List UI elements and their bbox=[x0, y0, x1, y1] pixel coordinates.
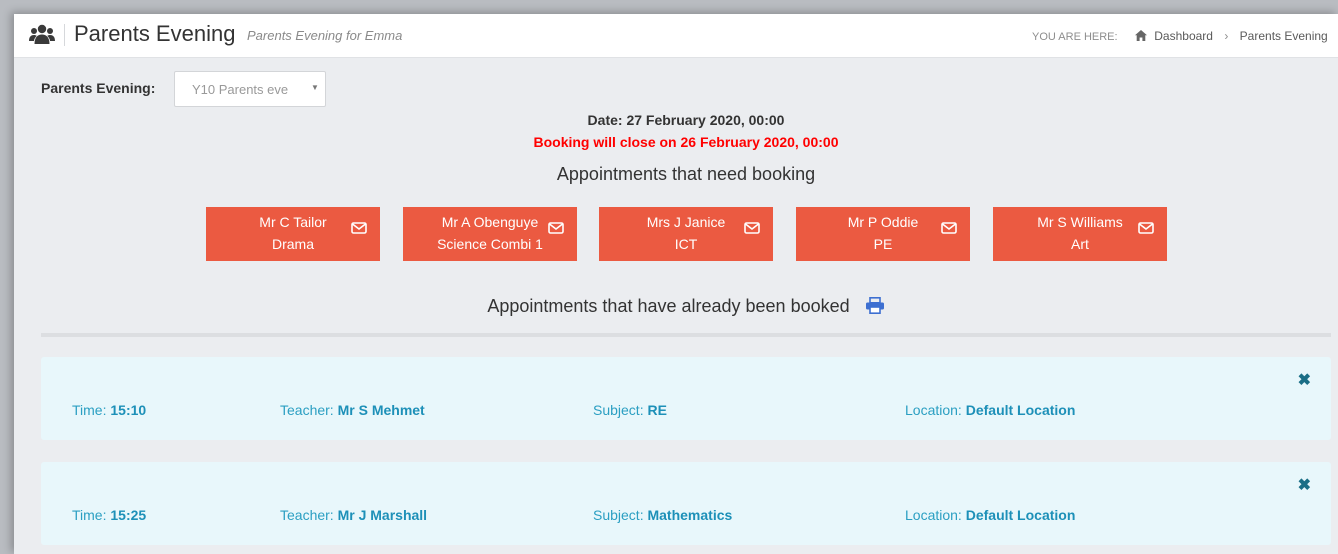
teacher-button-williams[interactable]: Mr S Williams Art bbox=[993, 207, 1167, 261]
time-value: 15:25 bbox=[110, 507, 147, 523]
booked-appointment-row: Time: 15:25 Teacher: Mr J Marshall Subje… bbox=[41, 462, 1331, 545]
appointment-teacher: Teacher: Mr S Mehmet bbox=[280, 402, 425, 418]
close-icon[interactable]: ✖ bbox=[1298, 370, 1311, 390]
home-icon bbox=[1134, 30, 1147, 41]
teacher-value: Mr J Marshall bbox=[337, 507, 428, 523]
appointment-time: Time: 15:10 bbox=[72, 402, 146, 418]
teacher-button-oddie[interactable]: Mr P Oddie PE bbox=[796, 207, 970, 261]
users-icon bbox=[29, 24, 55, 44]
booked-heading-text: Appointments that have already been book… bbox=[487, 296, 850, 316]
breadcrumb-prefix: YOU ARE HERE: bbox=[1032, 31, 1118, 43]
appointment-location: Location: Default Location bbox=[905, 507, 1075, 523]
teacher-button-obenguye[interactable]: Mr A Obenguye Science Combi 1 bbox=[403, 207, 577, 261]
appointment-location: Location: Default Location bbox=[905, 402, 1075, 418]
parents-evening-label: Parents Evening: bbox=[41, 80, 156, 96]
booked-heading: Appointments that have already been book… bbox=[14, 296, 1338, 317]
appointment-time: Time: 15:25 bbox=[72, 507, 146, 523]
appointment-subject: Subject: Mathematics bbox=[593, 507, 732, 523]
section-divider bbox=[41, 333, 1331, 337]
subject-value: RE bbox=[647, 402, 667, 418]
time-label: Time: bbox=[72, 402, 107, 418]
chevron-right-icon: › bbox=[1224, 29, 1229, 43]
breadcrumb: YOU ARE HERE: Dashboard › Parents Evenin… bbox=[1032, 29, 1328, 43]
teacher-subject: Science Combi 1 bbox=[437, 236, 543, 252]
location-value: Default Location bbox=[965, 402, 1076, 418]
subject-value: Mathematics bbox=[647, 507, 733, 523]
teacher-label: Teacher: bbox=[280, 402, 334, 418]
page-header: Parents Evening Parents Evening for Emma… bbox=[14, 14, 1338, 58]
booked-appointment-row: Time: 15:10 Teacher: Mr S Mehmet Subject… bbox=[41, 357, 1331, 440]
teacher-subject: Drama bbox=[271, 236, 314, 252]
teacher-subject: PE bbox=[873, 236, 893, 252]
breadcrumb-dashboard-link[interactable]: Dashboard bbox=[1154, 29, 1213, 43]
envelope-icon[interactable] bbox=[941, 222, 957, 234]
header-divider bbox=[64, 24, 65, 46]
envelope-icon[interactable] bbox=[548, 222, 564, 234]
parents-evening-select[interactable]: Y10 Parents eve ▼ bbox=[174, 71, 326, 107]
teacher-subject: Art bbox=[1071, 236, 1089, 252]
teacher-button-tailor[interactable]: Mr C Tailor Drama bbox=[206, 207, 380, 261]
envelope-icon[interactable] bbox=[744, 222, 760, 234]
appointment-subject: Subject: RE bbox=[593, 402, 667, 418]
evening-date: Date: 27 February 2020, 00:00 bbox=[587, 112, 785, 128]
teacher-button-janice[interactable]: Mrs J Janice ICT bbox=[599, 207, 773, 261]
appointment-teacher: Teacher: Mr J Marshall bbox=[280, 507, 427, 523]
subject-label: Subject: bbox=[593, 507, 644, 523]
breadcrumb-current[interactable]: Parents Evening bbox=[1240, 29, 1328, 43]
print-icon[interactable] bbox=[865, 297, 885, 314]
need-booking-heading: Appointments that need booking bbox=[556, 164, 816, 184]
caret-down-icon: ▼ bbox=[311, 83, 319, 92]
page-subtitle: Parents Evening for Emma bbox=[247, 28, 403, 43]
time-value: 15:10 bbox=[110, 402, 147, 418]
time-label: Time: bbox=[72, 507, 107, 523]
teacher-label: Teacher: bbox=[280, 507, 334, 523]
envelope-icon[interactable] bbox=[351, 222, 367, 234]
booking-closing-notice: Booking will close on 26 February 2020, … bbox=[533, 134, 839, 150]
envelope-icon[interactable] bbox=[1138, 222, 1154, 234]
location-label: Location: bbox=[905, 402, 962, 418]
location-label: Location: bbox=[905, 507, 962, 523]
teacher-value: Mr S Mehmet bbox=[337, 402, 425, 418]
close-icon[interactable]: ✖ bbox=[1298, 475, 1311, 495]
page-title: Parents Evening bbox=[74, 21, 236, 46]
parents-evening-select-value: Y10 Parents eve bbox=[192, 82, 289, 97]
teacher-subject: ICT bbox=[674, 236, 698, 252]
app-window: Parents Evening Parents Evening for Emma… bbox=[14, 14, 1338, 554]
location-value: Default Location bbox=[965, 507, 1076, 523]
subject-label: Subject: bbox=[593, 402, 644, 418]
